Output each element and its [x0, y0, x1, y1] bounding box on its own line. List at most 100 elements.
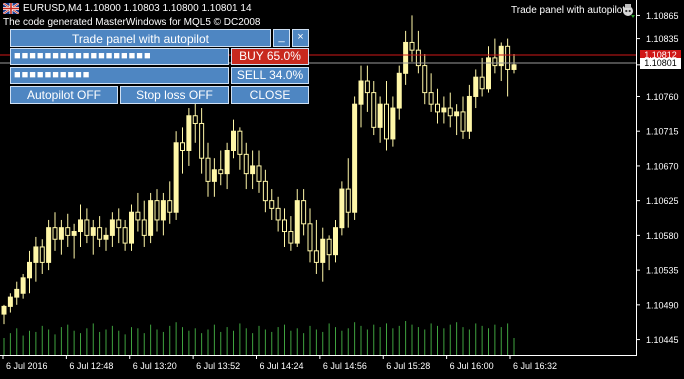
- uk-flag-icon: [3, 3, 19, 14]
- candle: [84, 208, 90, 244]
- bear-candle-body: [409, 41, 415, 51]
- bull-candle-body: [231, 130, 236, 151]
- bull-candle-body: [14, 288, 20, 298]
- candle: [466, 84, 472, 139]
- candle: [116, 208, 122, 244]
- candle: [148, 192, 154, 244]
- bear-candle-body: [167, 200, 173, 213]
- symbol-info: EURUSD,M4 1.10800 1.10803 1.10800 1.1080…: [23, 3, 252, 14]
- candle: [224, 142, 230, 190]
- bear-candle-body: [269, 200, 275, 209]
- time-tick-label: 6 Jul 13:52: [196, 361, 240, 371]
- expert-advisor-icon[interactable]: [620, 2, 636, 18]
- bull-candle-body: [211, 169, 217, 182]
- panel-title[interactable]: Trade panel with autopilot: [10, 29, 271, 47]
- candle: [415, 30, 421, 74]
- bull-candle-body: [129, 211, 134, 244]
- bear-candle-body: [275, 207, 281, 221]
- bear-candle-body: [313, 250, 319, 263]
- bull-candle-body: [473, 76, 479, 97]
- price-tick-label: 1.10580: [646, 231, 679, 241]
- candle: [473, 69, 479, 109]
- candle: [339, 181, 345, 236]
- bear-candle-body: [39, 246, 45, 263]
- bull-candle-body: [78, 219, 83, 233]
- bid-price-tag: 1.10801: [640, 58, 681, 69]
- time-tick-label: 6 Jul 16:00: [450, 361, 494, 371]
- time-tick-label: 6 Jul 2016: [6, 361, 48, 371]
- candle: [52, 212, 58, 251]
- sell-button[interactable]: SELL 34.0%: [231, 67, 309, 84]
- candle: [333, 219, 338, 263]
- price-tick-label: 1.10445: [646, 335, 679, 345]
- bear-candle-body: [479, 76, 485, 90]
- candle: [231, 119, 236, 159]
- bull-candle-body: [27, 261, 32, 279]
- candle: [269, 189, 275, 220]
- minimize-button[interactable]: _: [273, 29, 290, 47]
- price-tick-label: 1.10490: [646, 300, 679, 310]
- bear-candle-body: [52, 227, 58, 240]
- bull-candle-body: [250, 165, 256, 175]
- sell-strength-bar: ■■■■■■■■■■: [10, 67, 229, 84]
- bull-candle-body: [294, 200, 300, 244]
- candle: [135, 192, 141, 232]
- candle: [390, 96, 396, 147]
- candle: [167, 181, 173, 224]
- copyright-text: The code generated MasterWindows for MQL…: [3, 17, 261, 28]
- candle: [250, 150, 256, 190]
- candle: [97, 216, 103, 247]
- candle: [14, 281, 20, 305]
- price-tick-label: 1.10535: [646, 266, 679, 276]
- volume-layer: [3, 321, 515, 355]
- bull-candle-body: [333, 227, 338, 256]
- bull-candle-body: [466, 95, 472, 132]
- bear-candle-body: [492, 57, 498, 67]
- candle: [154, 189, 160, 232]
- candle: [27, 250, 32, 294]
- candle: [441, 96, 447, 124]
- candle: [256, 150, 262, 193]
- bear-candle-body: [301, 200, 307, 225]
- candle: [511, 54, 517, 74]
- bear-candle-body: [199, 122, 205, 159]
- time-tick-label: 6 Jul 14:24: [260, 361, 304, 371]
- candle: [498, 42, 504, 82]
- time-tick-label: 6 Jul 16:32: [513, 361, 557, 371]
- close-panel-button[interactable]: ×: [292, 29, 309, 47]
- candle: [109, 212, 115, 247]
- autopilot-button[interactable]: Autopilot OFF: [10, 86, 118, 104]
- candle: [205, 142, 211, 197]
- bear-candle-body: [122, 227, 128, 244]
- bull-candle-body: [454, 111, 460, 117]
- candle: [326, 235, 332, 271]
- candle: [20, 273, 26, 299]
- candle: [160, 192, 166, 236]
- bull-candle-body: [33, 246, 39, 263]
- candle: [486, 46, 491, 93]
- bear-candle-body: [262, 180, 268, 202]
- bull-candle-body: [441, 107, 447, 113]
- chart-window[interactable]: 1.10865 1.10835 1.10801 1.10760 1.10715 1.106…: [0, 0, 684, 374]
- buy-button[interactable]: BUY 65.0%: [231, 48, 309, 65]
- bear-candle-body: [447, 107, 453, 117]
- close-button[interactable]: CLOSE: [231, 86, 309, 104]
- time-tick-label: 6 Jul 15:28: [386, 361, 430, 371]
- time-tick-label: 6 Jul 13:20: [133, 361, 177, 371]
- bear-candle-body: [435, 103, 440, 113]
- bull-candle-body: [320, 238, 326, 263]
- stop-loss-button[interactable]: Stop loss OFF: [120, 86, 229, 104]
- candle: [345, 158, 351, 228]
- candle: [301, 189, 307, 236]
- bear-candle-body: [205, 157, 211, 182]
- bear-candle-body: [384, 103, 389, 140]
- candle: [65, 213, 71, 247]
- bear-candle-body: [243, 153, 249, 175]
- candle: [90, 219, 96, 255]
- bear-candle-body: [288, 231, 294, 244]
- bull-candle-body: [511, 64, 517, 70]
- candle: [396, 65, 402, 120]
- bear-candle-body: [371, 92, 377, 128]
- bull-candle-body: [339, 188, 345, 229]
- bear-candle-body: [256, 165, 262, 182]
